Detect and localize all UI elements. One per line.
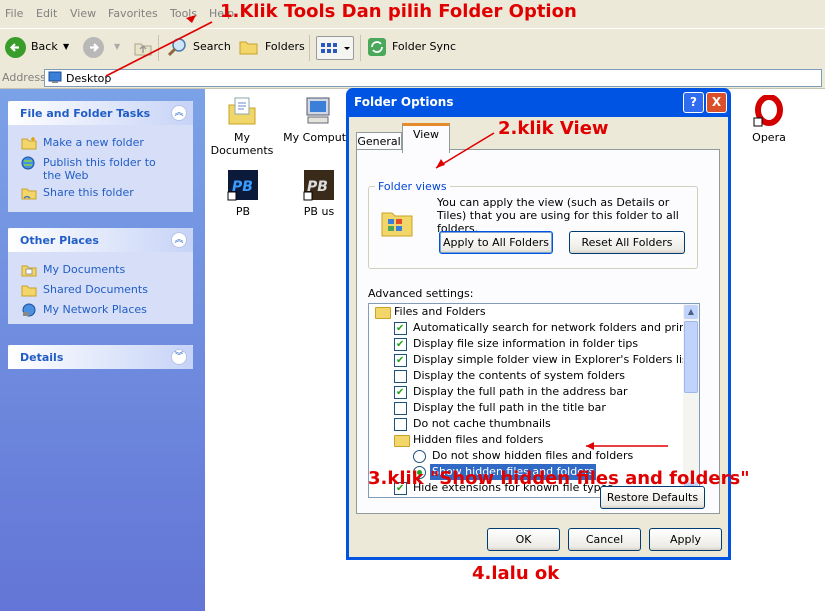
toolbar: Back ▼ ▼ Search Folders Folder Sync bbox=[0, 28, 825, 70]
menu-file[interactable]: File bbox=[5, 7, 23, 20]
folder-views-description: You can apply the view (such as Details … bbox=[437, 196, 679, 235]
folder-icon bbox=[375, 307, 391, 319]
pb-desktop-icon[interactable]: PB PB bbox=[207, 169, 279, 218]
checkbox[interactable] bbox=[394, 402, 407, 415]
advanced-settings-label: Advanced settings: bbox=[368, 287, 474, 300]
folder-views-group: You can apply the view (such as Details … bbox=[368, 186, 698, 269]
share-folder-icon bbox=[21, 186, 37, 200]
make-new-folder-link[interactable]: Make a new folder bbox=[21, 136, 144, 150]
address-bar: Address Desktop bbox=[0, 68, 825, 89]
file-folder-tasks-panel: File and Folder Tasks ︽ Make a new folde… bbox=[8, 101, 193, 212]
my-documents-link[interactable]: My Documents bbox=[21, 263, 125, 277]
menu-view[interactable]: View bbox=[70, 7, 96, 20]
menu-edit[interactable]: Edit bbox=[36, 7, 57, 20]
pb-us-app-icon: PB bbox=[303, 169, 335, 201]
folders-icon[interactable] bbox=[238, 37, 260, 57]
globe-icon bbox=[21, 156, 37, 170]
address-input[interactable]: Desktop bbox=[44, 69, 822, 87]
folder-views-icon bbox=[380, 205, 414, 239]
annotation-step-2: 2.klik View bbox=[498, 118, 609, 139]
details-panel: Details ︾ bbox=[8, 345, 193, 369]
folder-views-title: Folder views bbox=[375, 180, 450, 193]
views-button[interactable] bbox=[316, 36, 354, 60]
my-network-places-link[interactable]: My Network Places bbox=[21, 303, 147, 317]
checkbox[interactable] bbox=[394, 418, 407, 431]
dialog-title: Folder Options bbox=[354, 95, 454, 109]
task-pane: File and Folder Tasks ︽ Make a new folde… bbox=[0, 89, 205, 611]
publish-web-link[interactable]: Publish this folder to the Web bbox=[21, 156, 171, 182]
annotation-step-3: 3.klik "Show hidden files and folders" bbox=[368, 468, 750, 489]
collapse-icon[interactable]: ︽ bbox=[171, 232, 187, 248]
panel-header[interactable]: File and Folder Tasks ︽ bbox=[8, 101, 193, 125]
search-icon[interactable] bbox=[167, 36, 189, 58]
checkbox[interactable] bbox=[394, 370, 407, 383]
panel-header[interactable]: Other Places ︽ bbox=[8, 228, 193, 252]
documents-folder-icon bbox=[21, 263, 37, 277]
annotation-step-1: 1.Klik Tools Dan pilih Folder Option bbox=[220, 1, 577, 22]
checkbox[interactable] bbox=[394, 353, 407, 369]
documents-icon bbox=[226, 95, 258, 127]
back-arrow-icon[interactable] bbox=[5, 37, 26, 58]
pb-us-desktop-icon[interactable]: PB PB us bbox=[283, 169, 355, 218]
shared-documents-link[interactable]: Shared Documents bbox=[21, 283, 148, 297]
annotation-step-4: 4.lalu ok bbox=[472, 563, 560, 584]
panel-header[interactable]: Details ︾ bbox=[8, 345, 193, 369]
dialog-body: General View You can apply the view (suc… bbox=[349, 117, 728, 557]
folder-options-dialog: Folder Options ? X General View You can … bbox=[346, 88, 731, 560]
panel-title: Other Places bbox=[20, 234, 99, 247]
back-dropdown-icon[interactable]: ▼ bbox=[63, 42, 69, 51]
tab-view[interactable]: View bbox=[402, 123, 450, 153]
opera-icon bbox=[753, 94, 785, 127]
folder-sync-button[interactable]: Folder Sync bbox=[392, 40, 456, 53]
help-button[interactable]: ? bbox=[683, 92, 704, 113]
panel-title: Details bbox=[20, 351, 64, 364]
restore-defaults-button[interactable]: Restore Defaults bbox=[600, 486, 705, 509]
ok-button[interactable]: OK bbox=[487, 528, 560, 551]
network-icon bbox=[21, 303, 37, 317]
radio-button[interactable] bbox=[413, 450, 426, 463]
panel-title: File and Folder Tasks bbox=[20, 107, 151, 120]
folder-sync-icon[interactable] bbox=[366, 36, 388, 58]
close-button[interactable]: X bbox=[706, 92, 727, 113]
computer-icon bbox=[302, 95, 334, 127]
forward-arrow-icon[interactable] bbox=[83, 37, 104, 58]
reset-all-folders-button[interactable]: Reset All Folders bbox=[569, 231, 685, 254]
folders-button[interactable]: Folders bbox=[265, 40, 305, 53]
folder-icon bbox=[394, 435, 410, 447]
other-places-panel: Other Places ︽ My Documents Shared Docum… bbox=[8, 228, 193, 324]
forward-dropdown-icon: ▼ bbox=[114, 42, 121, 51]
my-documents-desktop-icon[interactable]: My Documents bbox=[206, 95, 278, 157]
pb-app-icon: PB bbox=[227, 169, 259, 201]
toolbar-separator bbox=[360, 35, 361, 61]
cancel-button[interactable]: Cancel bbox=[568, 528, 641, 551]
apply-to-all-folders-button[interactable]: Apply to All Folders bbox=[439, 231, 553, 254]
menu-tools[interactable]: Tools bbox=[170, 7, 197, 20]
collapse-icon[interactable]: ︽ bbox=[171, 105, 187, 121]
back-button[interactable]: Back bbox=[31, 40, 58, 53]
checkbox[interactable] bbox=[394, 321, 407, 337]
menu-favorites[interactable]: Favorites bbox=[108, 7, 158, 20]
toolbar-separator bbox=[309, 35, 310, 61]
search-button[interactable]: Search bbox=[193, 40, 231, 53]
share-folder-link[interactable]: Share this folder bbox=[21, 186, 134, 200]
new-folder-icon bbox=[21, 136, 37, 150]
address-value: Desktop bbox=[66, 72, 112, 85]
address-label: Address bbox=[2, 71, 46, 84]
scroll-thumb[interactable] bbox=[684, 321, 698, 393]
up-folder-icon[interactable] bbox=[132, 36, 154, 58]
checkbox[interactable] bbox=[394, 385, 407, 401]
opera-desktop-icon[interactable]: Opera bbox=[733, 94, 805, 144]
toolbar-separator bbox=[158, 35, 159, 61]
folder-icon bbox=[21, 283, 37, 297]
apply-button[interactable]: Apply bbox=[649, 528, 722, 551]
scroll-up-icon[interactable]: ▲ bbox=[684, 305, 698, 319]
checkbox[interactable] bbox=[394, 337, 407, 353]
expand-icon[interactable]: ︾ bbox=[171, 349, 187, 365]
desktop-icon bbox=[48, 71, 62, 84]
my-computer-desktop-icon[interactable]: My Compute bbox=[282, 95, 354, 144]
